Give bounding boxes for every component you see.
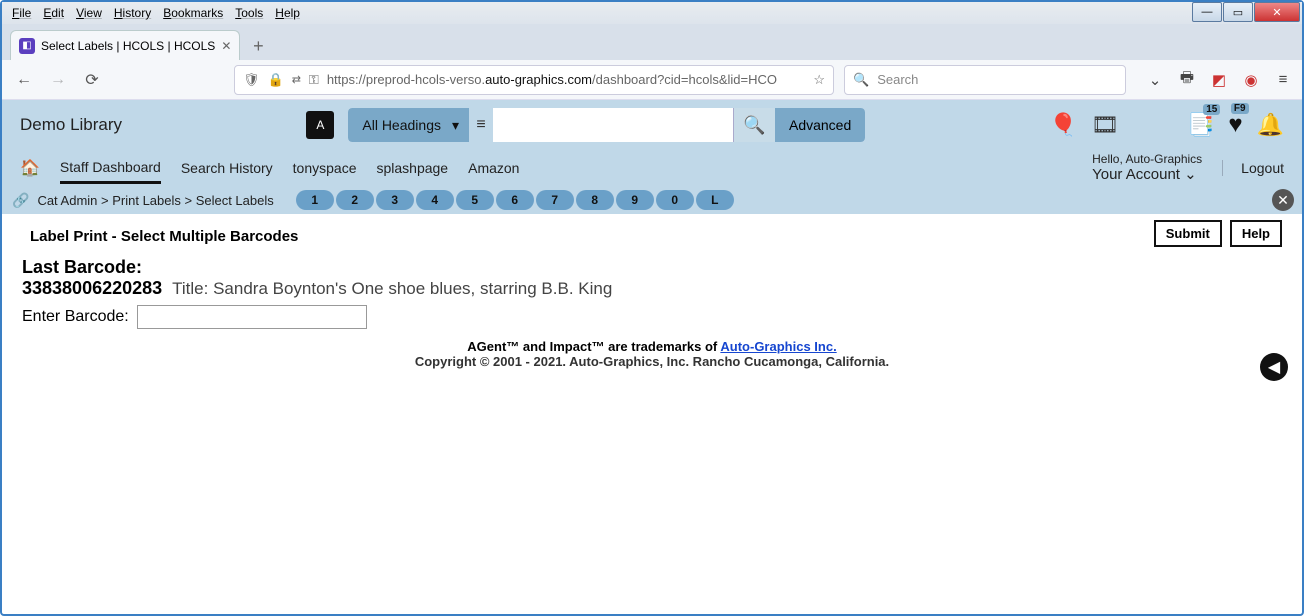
window-close[interactable]: ✕	[1254, 2, 1300, 22]
main-content: Label Print - Select Multiple Barcodes S…	[2, 214, 1302, 379]
menu-file[interactable]: File	[8, 4, 35, 22]
nav-amazon[interactable]: Amazon	[468, 154, 519, 182]
print-icon[interactable]: 🖶	[1178, 71, 1196, 89]
window-minimize[interactable]: —	[1192, 2, 1222, 22]
balloon-icon[interactable]: 🎈	[1050, 112, 1077, 138]
lock-icon: 🔒	[268, 72, 284, 88]
browser-menubar: File Edit View History Bookmarks Tools H…	[2, 2, 1302, 24]
hello-text: Hello, Auto-Graphics	[1092, 152, 1202, 166]
notifications-icon[interactable]: 🔔	[1257, 112, 1284, 138]
language-icon[interactable]	[306, 111, 334, 139]
nav-row: 🏠 Staff Dashboard Search History tonyspa…	[2, 150, 1302, 186]
library-name: Demo Library	[20, 115, 122, 135]
page-title: Label Print - Select Multiple Barcodes	[22, 224, 1282, 249]
back-button[interactable]: ←	[12, 68, 36, 92]
favorites-badge: F9	[1231, 103, 1249, 114]
favorites-icon[interactable]: ♥F9	[1228, 111, 1242, 139]
breadcrumb[interactable]: Cat Admin > Print Labels > Select Labels	[37, 193, 273, 208]
copyright-text: Copyright © 2001 - 2021. Auto-Graphics, …	[22, 354, 1282, 369]
nav-splashpage[interactable]: splashpage	[376, 154, 448, 182]
search-button[interactable]: 🔍	[733, 108, 775, 142]
browser-search[interactable]: 🔍 Search	[844, 65, 1126, 95]
menu-view[interactable]: View	[72, 4, 106, 22]
last-barcode-label: Last Barcode:	[22, 257, 162, 278]
database-icon[interactable]: ≡	[469, 116, 493, 134]
pill-0[interactable]: 0	[656, 190, 694, 210]
home-icon[interactable]: 🏠	[20, 158, 40, 178]
tab-close-icon[interactable]: ✕	[221, 39, 231, 53]
list-icon[interactable]: 📑15	[1187, 112, 1214, 138]
pill-9[interactable]: 9	[616, 190, 654, 210]
back-arrow-icon[interactable]: ◀	[1260, 353, 1288, 381]
headings-dropdown[interactable]: All Headings	[348, 108, 469, 142]
close-icon[interactable]: ✕	[1272, 189, 1294, 211]
account-menu[interactable]: Hello, Auto-Graphics Your Account ⌄	[1092, 152, 1202, 184]
pill-6[interactable]: 6	[496, 190, 534, 210]
window-maximize[interactable]: ▭	[1223, 2, 1253, 22]
forward-button[interactable]: →	[46, 68, 70, 92]
list-badge: 15	[1203, 104, 1220, 115]
help-button[interactable]: Help	[1230, 220, 1282, 247]
shield-icon: 🛡	[243, 72, 260, 88]
menu-bookmarks[interactable]: Bookmarks	[159, 4, 227, 22]
new-tab-button[interactable]: +	[244, 32, 272, 60]
hamburger-icon[interactable]: ≡	[1274, 71, 1292, 89]
footer: AGent™ and Impact™ are trademarks of Aut…	[22, 339, 1282, 369]
url-text: https://preprod-hcols-verso.auto-graphic…	[327, 72, 777, 87]
nav-search-history[interactable]: Search History	[181, 154, 273, 182]
extension2-icon[interactable]: ◉	[1242, 71, 1260, 89]
tab-title: Select Labels | HCOLS | HCOLS	[41, 39, 215, 53]
search-placeholder: Search	[877, 72, 918, 87]
app-header: Demo Library All Headings ≡ 🔍 Advanced 🎈…	[2, 100, 1302, 150]
browser-tab[interactable]: ◧ Select Labels | HCOLS | HCOLS ✕	[10, 30, 240, 60]
submit-button[interactable]: Submit	[1154, 220, 1222, 247]
permissions-icon: ⇄	[292, 73, 301, 86]
auto-graphics-link[interactable]: Auto-Graphics Inc.	[720, 339, 836, 354]
nav-staff-dashboard[interactable]: Staff Dashboard	[60, 153, 161, 184]
menu-tools[interactable]: Tools	[231, 4, 267, 22]
menu-help[interactable]: Help	[271, 4, 304, 22]
pill-8[interactable]: 8	[576, 190, 614, 210]
pill-1[interactable]: 1	[296, 190, 334, 210]
search-icon: 🔍	[853, 72, 869, 88]
pill-4[interactable]: 4	[416, 190, 454, 210]
key-icon: ⚿	[309, 72, 319, 88]
menu-edit[interactable]: Edit	[39, 4, 68, 22]
pill-7[interactable]: 7	[536, 190, 574, 210]
nav-tonyspace[interactable]: tonyspace	[293, 154, 357, 182]
bookmark-star-icon[interactable]: ☆	[813, 72, 825, 88]
url-bar[interactable]: 🛡 🔒 ⇄ ⚿ https://preprod-hcols-verso.auto…	[234, 65, 834, 95]
pill-5[interactable]: 5	[456, 190, 494, 210]
pill-2[interactable]: 2	[336, 190, 374, 210]
catalog-search-input[interactable]	[493, 108, 733, 142]
enter-barcode-label: Enter Barcode:	[22, 308, 129, 326]
tab-strip: ◧ Select Labels | HCOLS | HCOLS ✕ +	[2, 24, 1302, 60]
logout-link[interactable]: Logout	[1222, 160, 1284, 176]
pocket-icon[interactable]: ⌄	[1146, 71, 1164, 89]
pill-3[interactable]: 3	[376, 190, 414, 210]
advanced-search-button[interactable]: Advanced	[775, 108, 865, 142]
browser-toolbar: ← → ⟳ 🛡 🔒 ⇄ ⚿ https://preprod-hcols-vers…	[2, 60, 1302, 100]
breadcrumb-row: 🔗 Cat Admin > Print Labels > Select Labe…	[2, 186, 1302, 214]
favicon-icon: ◧	[19, 38, 35, 54]
trademark-text: AGent™ and Impact™ are trademarks of	[467, 339, 720, 354]
extension1-icon[interactable]: ◩	[1210, 71, 1228, 89]
pill-L[interactable]: L	[696, 190, 734, 210]
reload-button[interactable]: ⟳	[80, 68, 104, 92]
barcode-input[interactable]	[137, 305, 367, 329]
number-pills: 1 2 3 4 5 6 7 8 9 0 L	[296, 190, 734, 210]
menu-history[interactable]: History	[110, 4, 155, 22]
film-icon[interactable]: 🎞	[1091, 112, 1119, 138]
last-barcode-value: 33838006220283	[22, 278, 162, 299]
item-title: Title: Sandra Boynton's One shoe blues, …	[172, 279, 612, 299]
link-icon: 🔗	[12, 192, 29, 209]
